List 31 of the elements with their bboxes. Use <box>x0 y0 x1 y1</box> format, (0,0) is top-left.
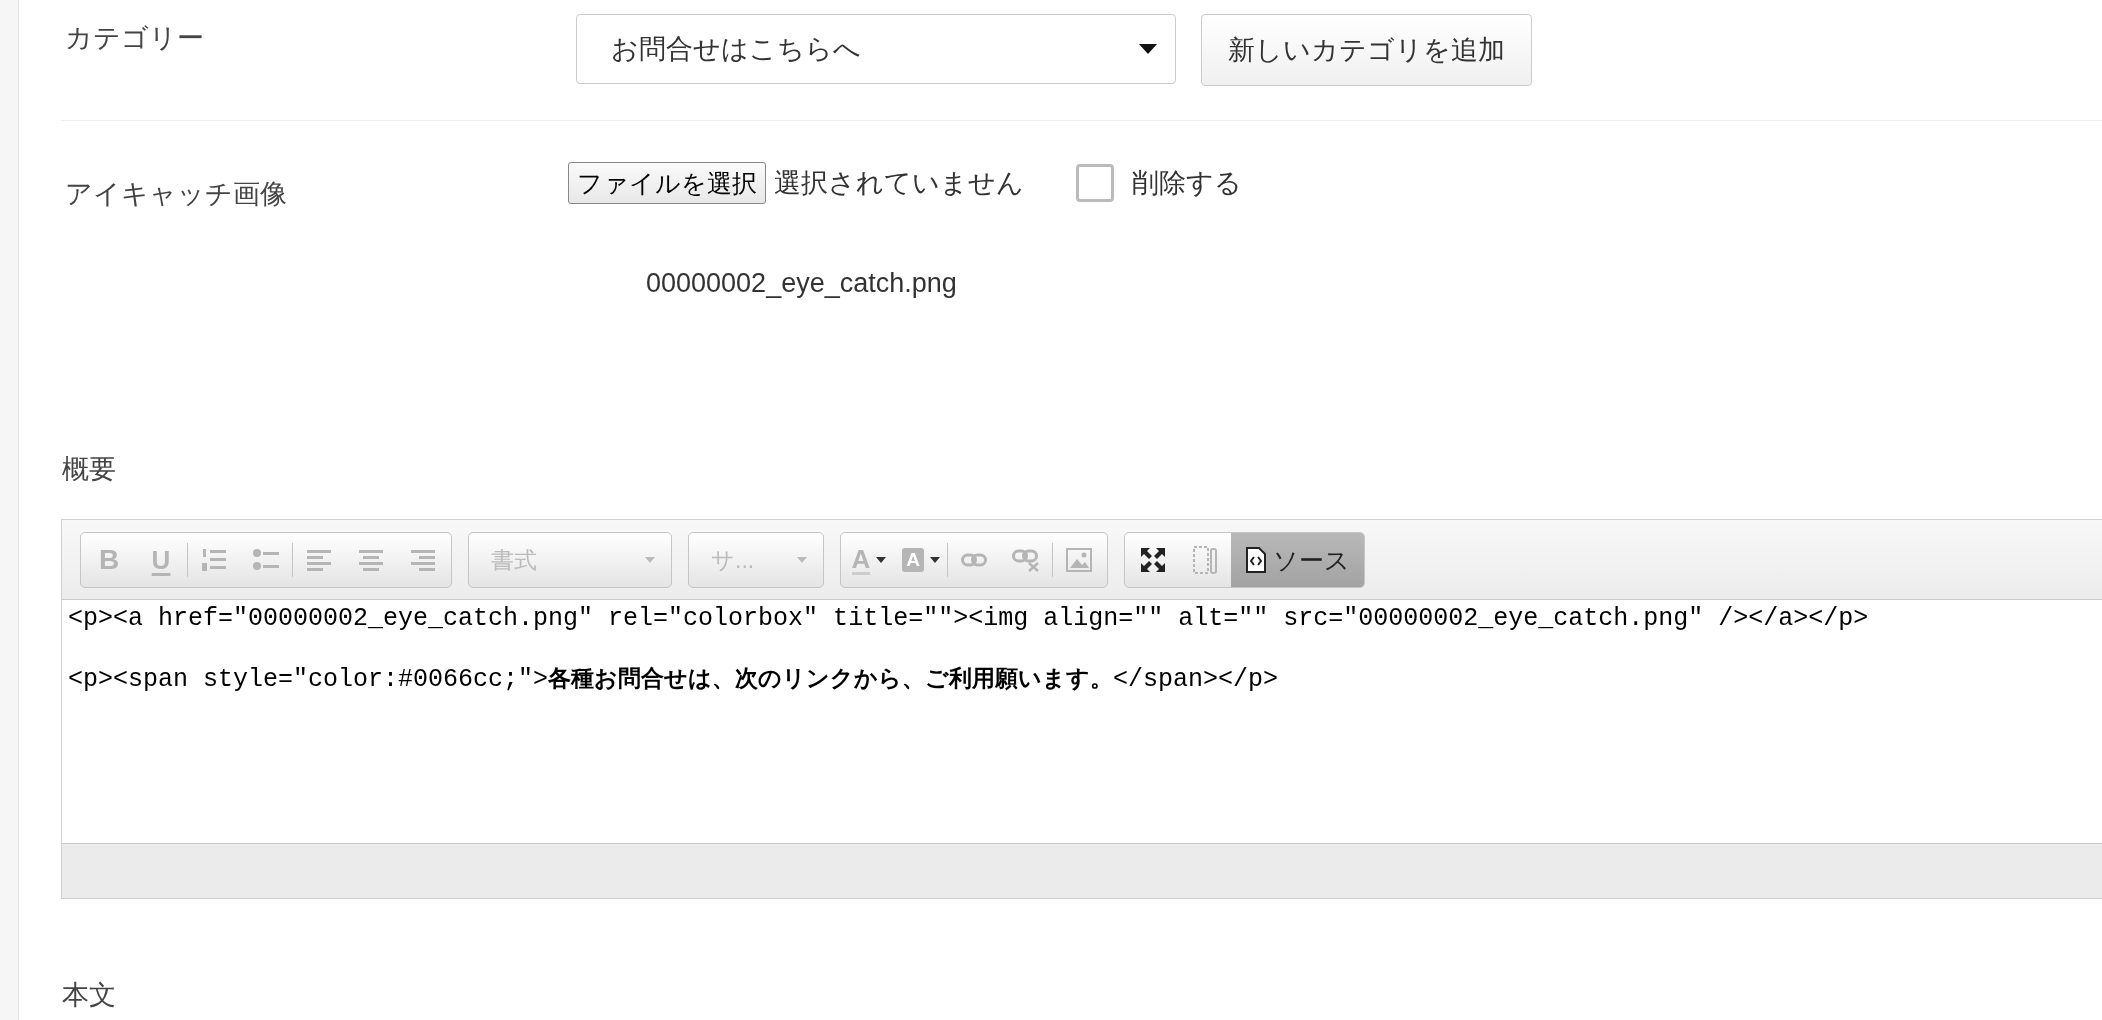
field-label: カテゴリー <box>64 22 205 55</box>
align-left-icon <box>307 548 331 572</box>
bullet-list-icon <box>253 547 279 573</box>
caret-icon <box>645 557 655 563</box>
show-blocks-icon <box>1192 545 1218 575</box>
source-icon <box>1245 547 1267 573</box>
checkbox-label: 削除する <box>1132 167 1242 200</box>
unlink-icon <box>1012 548 1040 572</box>
image-icon <box>1066 548 1092 572</box>
section-label: 本文 <box>62 980 116 1010</box>
caret-icon <box>797 557 807 563</box>
category-dropdown[interactable]: お問合せはこちらへ <box>576 14 1176 84</box>
ordered-list-icon <box>201 547 227 573</box>
choose-file-button[interactable]: ファイルを選択 <box>568 162 766 204</box>
caret-icon <box>876 557 887 563</box>
align-right-icon <box>411 548 435 572</box>
source-code-line: <p><a href="00000002_eye_catch.png" rel="colorbox" title=""><img align="" alt="" src="00000002_eye_catch.png" /></a></p> <box>68 603 1869 635</box>
caret-icon <box>1139 44 1157 54</box>
link-icon <box>961 552 987 568</box>
delete-checkbox[interactable] <box>1076 164 1114 202</box>
caret-icon <box>929 557 940 563</box>
align-center-icon <box>359 548 383 572</box>
maximize-icon <box>1140 547 1166 573</box>
source-code-line: <p><span style="color:#0066cc;">各種お問合せは、次のリンクから、ご利用願います。</span></p> <box>68 664 1279 696</box>
source-text-area[interactable]: <p><a href="00000002_eye_catch.png" rel="colorbox" title=""><img align="" alt="" src="00000002_eye_catch.png" /></a></p> <p><span style="color:#0066cc;">各種お問合せは、次のリンクから、ご利用願います。</span></p> <box>62 600 2102 844</box>
file-name-text: 00000002_eye_catch.png <box>646 268 957 299</box>
source-button[interactable]: ソース <box>1231 533 1364 587</box>
add-category-button[interactable]: 新しいカテゴリを追加 <box>1201 14 1532 86</box>
file-status-text: 選択されていません <box>774 167 1024 200</box>
section-label: 概要 <box>61 453 117 486</box>
field-label: アイキャッチ画像 <box>64 178 288 211</box>
